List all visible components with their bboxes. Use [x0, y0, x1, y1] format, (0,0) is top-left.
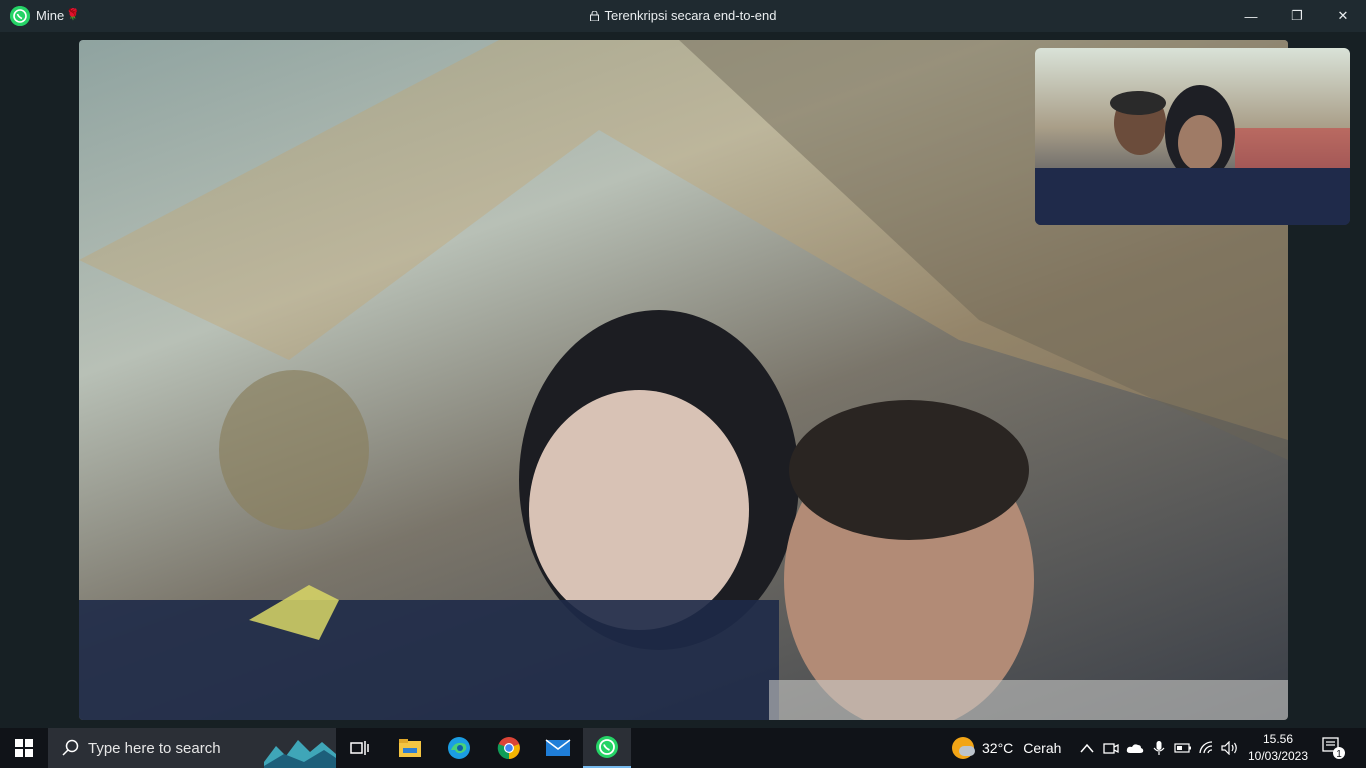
self-preview-frame: [1035, 85, 1350, 225]
weather-temperature: 32°C: [982, 740, 1014, 756]
start-button[interactable]: [0, 728, 48, 768]
volume-indicator[interactable]: [1220, 738, 1240, 758]
notification-count: 1: [1336, 749, 1342, 760]
close-icon: ✕: [1337, 8, 1349, 23]
partly-sunny-icon: [952, 737, 975, 759]
mail-icon: [545, 739, 571, 756]
clock-time: 15.56: [1262, 732, 1294, 746]
microphone-icon: [1153, 741, 1165, 755]
cloud-icon: [1126, 744, 1144, 753]
search-placeholder: Type here to search: [88, 739, 221, 757]
edge-browser-icon: [448, 737, 470, 759]
windows-taskbar: Type here to search 32°C Cerah 15.56 10/…: [0, 728, 1366, 768]
edge-button[interactable]: [435, 728, 483, 768]
folder-icon: [399, 739, 421, 757]
lock-icon: [589, 11, 599, 21]
onedrive-button[interactable]: [1125, 738, 1145, 758]
file-explorer-button[interactable]: [386, 728, 434, 768]
chrome-button[interactable]: [485, 728, 533, 768]
notification-center-button[interactable]: 1: [1320, 736, 1346, 760]
mail-button[interactable]: [534, 728, 582, 768]
microphone-indicator[interactable]: [1149, 738, 1169, 758]
restore-icon: ❐: [1291, 8, 1303, 23]
clock-date: 10/03/2023: [1247, 749, 1309, 763]
show-hidden-icons-button[interactable]: [1077, 738, 1097, 758]
chrome-browser-icon: [497, 737, 520, 760]
minimize-icon: —: [1244, 8, 1258, 24]
chevron-up-icon: [1080, 743, 1094, 753]
network-indicator[interactable]: [1197, 738, 1217, 758]
speaker-icon: [1221, 741, 1237, 755]
title-bar[interactable]: Mine 🌹 Terenkripsi secara end-to-end — ❐…: [0, 0, 1366, 32]
encryption-notice: Terenkripsi secara end-to-end: [0, 8, 1366, 23]
close-button[interactable]: ✕: [1320, 0, 1366, 32]
self-preview-video[interactable]: [1035, 48, 1350, 225]
task-view-button[interactable]: [336, 728, 384, 768]
weather-widget[interactable]: 32°C Cerah: [952, 728, 1061, 768]
restore-button[interactable]: ❐: [1274, 0, 1320, 32]
battery-icon: [1174, 743, 1191, 753]
minimize-button[interactable]: —: [1228, 0, 1274, 32]
weather-description: Cerah: [1023, 740, 1062, 756]
taskbar-search-box[interactable]: Type here to search: [48, 728, 336, 768]
meet-now-button[interactable]: [1101, 738, 1121, 758]
notification-icon: 1: [1322, 737, 1345, 760]
windows-logo-icon: [15, 739, 33, 757]
wifi-icon: [1199, 741, 1213, 754]
encryption-text: Terenkripsi secara end-to-end: [604, 8, 777, 23]
whatsapp-taskbar-icon: [596, 736, 618, 758]
search-icon: [62, 739, 79, 756]
whatsapp-taskbar-button[interactable]: [583, 728, 631, 768]
battery-indicator[interactable]: [1173, 738, 1193, 758]
task-view-icon: [350, 741, 369, 755]
taskbar-clock[interactable]: 15.56 10/03/2023: [1246, 731, 1310, 765]
search-highlight-art: [264, 740, 336, 768]
camera-icon: [1103, 743, 1119, 754]
whatsapp-call-window: Mine 🌹 Terenkripsi secara end-to-end — ❐…: [0, 0, 1366, 728]
